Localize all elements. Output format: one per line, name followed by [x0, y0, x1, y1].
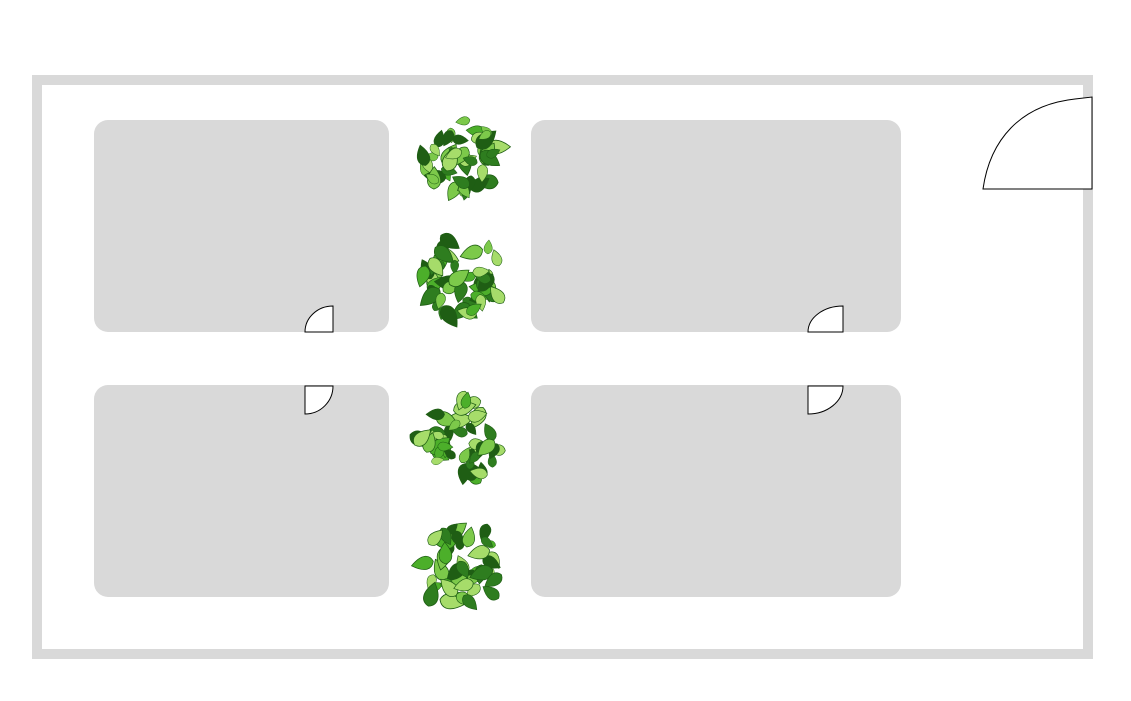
room-bottom-right[interactable] — [531, 385, 901, 597]
potted-plant-icon — [413, 229, 509, 332]
potted-plant-icon — [409, 517, 506, 615]
potted-plant-icon — [406, 388, 507, 488]
room-bottom-left[interactable] — [94, 385, 389, 597]
entrance-door-icon[interactable] — [982, 96, 1093, 190]
room-top-right[interactable] — [531, 120, 901, 332]
room-top-left[interactable] — [94, 120, 389, 332]
potted-plant-icon — [413, 115, 512, 204]
floor-plan — [32, 75, 1093, 659]
